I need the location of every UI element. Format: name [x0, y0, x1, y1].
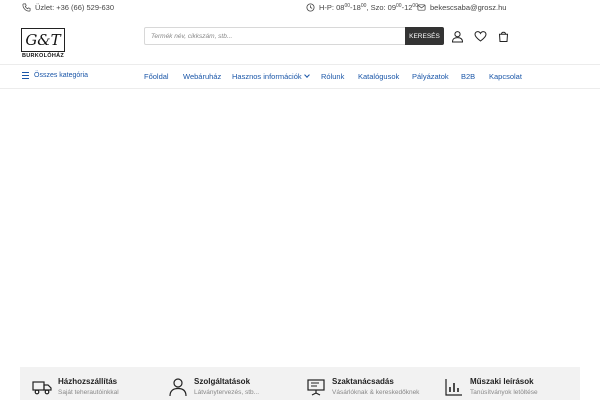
site-header: G&T BURKOLÓHÁZ KERESÉS [0, 16, 600, 64]
chart-icon [444, 377, 464, 397]
site-logo[interactable]: G&T BURKOLÓHÁZ [21, 28, 65, 60]
hours-text: H-P: 0800-1800, Szo: 0900-1200 [319, 3, 418, 12]
nav-item-rolunk[interactable]: Rólunk [321, 72, 344, 81]
heart-icon[interactable] [474, 30, 487, 43]
logo-mark: G&T [21, 28, 65, 52]
clock-icon [306, 3, 315, 12]
nav-item-palyazatok[interactable]: Pályázatok [412, 72, 449, 81]
nav-item-kapcsolat[interactable]: Kapcsolat [489, 72, 522, 81]
cart-icon[interactable] [497, 30, 510, 43]
search-input[interactable] [145, 28, 405, 44]
opening-hours: H-P: 0800-1800, Szo: 0900-1200 [306, 3, 418, 12]
nav-item-fooldal[interactable]: Főoldal [144, 72, 169, 81]
header-icons [451, 30, 510, 43]
feature-title: Szolgáltatások [194, 377, 251, 386]
feature-delivery[interactable]: Házhozszállítás Saját teherautóinkkal [32, 377, 119, 397]
feature-title: Műszaki leírások [470, 377, 534, 386]
nav-item-webaruhaz[interactable]: Webáruház [183, 72, 221, 81]
store-phone[interactable]: Üzlet: +36 (66) 529-630 [22, 3, 114, 12]
feature-title: Szaktanácsadás [332, 377, 394, 386]
feature-subtitle: Látványtervezés, stb... [194, 389, 260, 396]
all-categories-label: Összes kategória [34, 72, 89, 79]
feature-subtitle: Tanúsítványok letöltése [470, 389, 538, 396]
search-button[interactable]: KERESÉS [405, 27, 444, 45]
envelope-icon [417, 4, 426, 11]
presentation-icon [306, 377, 326, 397]
features-strip: Házhozszállítás Saját teherautóinkkal Sz… [20, 367, 580, 400]
top-info-bar: Üzlet: +36 (66) 529-630 H-P: 0800-1800, … [0, 0, 600, 16]
feature-title: Házhozszállítás [58, 377, 118, 386]
nav-item-katalogusok[interactable]: Katalógusok [358, 72, 399, 81]
store-email[interactable]: bekescsaba@grosz.hu [417, 3, 506, 12]
all-categories-button[interactable]: Összes kategória [22, 72, 89, 80]
search-bar: KERESÉS [144, 27, 444, 45]
truck-icon [32, 377, 52, 397]
feature-subtitle: Vásárlóknak & kereskedőknek [332, 389, 420, 396]
nav-item-b2b[interactable]: B2B [461, 72, 475, 81]
phone-text: Üzlet: +36 (66) 529-630 [35, 3, 115, 12]
user-icon[interactable] [451, 30, 464, 43]
logo-subtitle: BURKOLÓHÁZ [21, 53, 65, 59]
person-icon [168, 377, 188, 397]
feature-services[interactable]: Szolgáltatások Látványtervezés, stb... [168, 377, 259, 397]
email-text: bekescsaba@grosz.hu [430, 3, 507, 12]
feature-subtitle: Saját teherautóinkkal [58, 389, 119, 396]
nav-item-hasznos-informaciok[interactable]: Hasznos információk [232, 72, 310, 81]
feature-technical-docs[interactable]: Műszaki leírások Tanúsítványok letöltése [444, 377, 538, 397]
feature-consulting[interactable]: Szaktanácsadás Vásárlóknak & kereskedőkn… [306, 377, 419, 397]
chevron-down-icon [303, 72, 310, 78]
hamburger-icon [22, 72, 29, 80]
main-navigation: Összes kategória Főoldal Webáruház Haszn… [0, 64, 600, 89]
phone-icon [22, 3, 31, 12]
